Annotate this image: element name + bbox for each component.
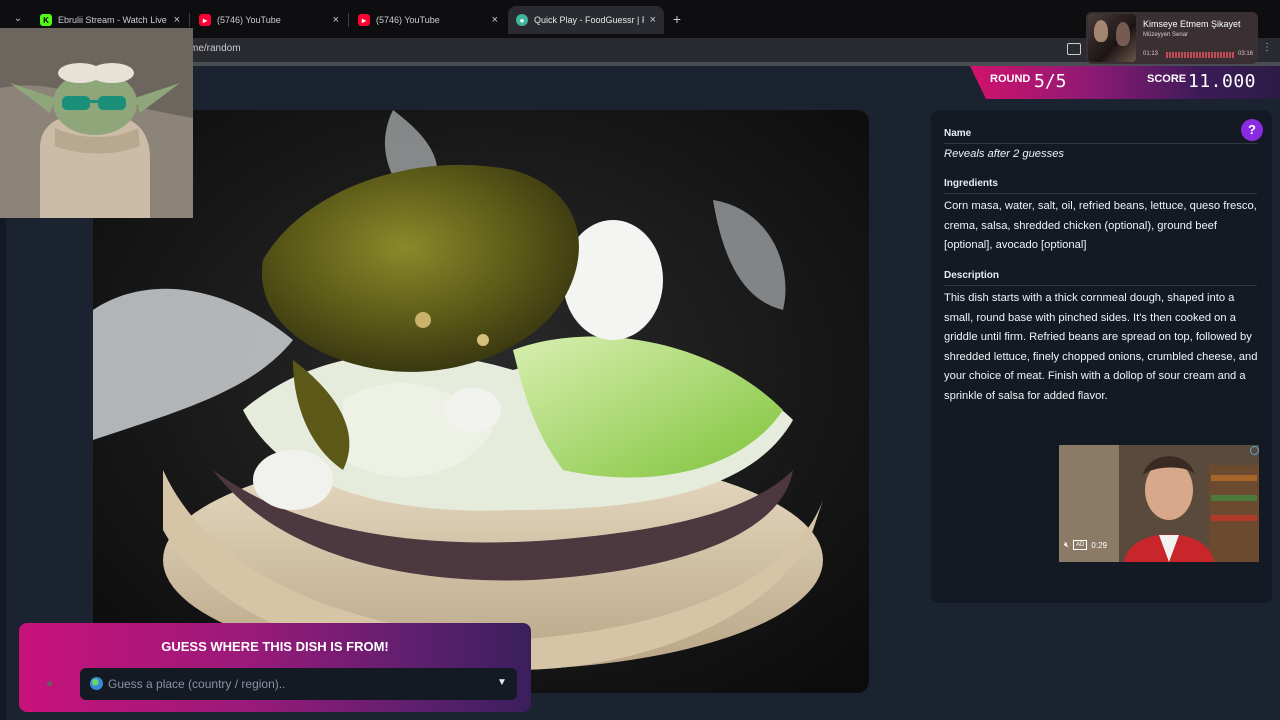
ad-info-icon[interactable] — [1250, 446, 1259, 455]
ingredients-value: Corn masa, water, salt, oil, refried bea… — [944, 200, 1257, 251]
tab-youtube-2[interactable]: ▸ (5746) YouTube × — [350, 6, 506, 34]
media-total: 03:16 — [1238, 51, 1254, 57]
media-elapsed: 01:13 — [1143, 51, 1159, 57]
youtube-icon: ▸ — [199, 14, 211, 26]
guess-title: GUESS WHERE THIS DISH IS FROM! — [161, 639, 389, 654]
tab-title: (5746) YouTube — [217, 15, 281, 25]
divider — [944, 193, 1257, 194]
ad-controls: 🔇︎ AD 0:29 — [1064, 540, 1107, 550]
tab-youtube-1[interactable]: ▸ (5746) YouTube × — [191, 6, 347, 34]
youtube-icon: ▸ — [358, 14, 370, 26]
ad-badge: AD — [1073, 540, 1088, 550]
chevron-down-icon[interactable]: ▼ — [496, 677, 508, 689]
name-value: Reveals after 2 guesses — [944, 148, 1065, 160]
ad-time: 0:29 — [1091, 540, 1107, 550]
divider — [944, 285, 1257, 286]
score-label: SCORE — [1147, 73, 1187, 85]
guess-box: GUESS WHERE THIS DISH IS FROM! ● ▼ — [19, 623, 531, 712]
media-progress-bar[interactable] — [1166, 52, 1234, 58]
description-label: Description — [944, 270, 1000, 281]
guess-input[interactable] — [108, 668, 488, 700]
name-label: Name — [944, 128, 972, 139]
description-value: This dish starts with a thick cornmeal d… — [944, 292, 1258, 402]
new-tab-icon[interactable]: + — [668, 10, 686, 28]
tab-foodguessr[interactable]: ● Quick Play - FoodGuessr | Food × — [508, 6, 664, 34]
kick-icon: K — [40, 14, 52, 26]
tab-divider — [189, 13, 190, 27]
tab-search-chevron-icon[interactable]: ⌄ — [8, 10, 28, 28]
tab-title: Quick Play - FoodGuessr | Food — [534, 15, 644, 25]
round-score-hud: ROUND 5/5 SCORE 11.000 — [970, 66, 1280, 99]
map-pin-icon: ● — [46, 676, 54, 690]
dish-illustration — [93, 110, 869, 693]
ingredients-label: Ingredients — [944, 178, 998, 189]
mute-icon[interactable]: 🔇︎ — [1064, 540, 1069, 550]
round-value: 5/5 — [1034, 71, 1067, 92]
media-player-popup[interactable]: Kimseye Etmem Şikayet Müzeyyen Senar 01:… — [1086, 12, 1258, 64]
close-tab-icon[interactable]: × — [174, 14, 180, 26]
media-title: Kimseye Etmem Şikayet — [1143, 19, 1241, 29]
divider — [944, 143, 1257, 144]
tab-title: Ebrulii Stream - Watch Live on K — [58, 15, 168, 25]
foodguessr-icon: ● — [516, 14, 528, 26]
baby-yoda-figure — [0, 28, 193, 218]
close-tab-icon[interactable]: × — [333, 14, 339, 26]
album-art — [1088, 14, 1136, 62]
help-icon[interactable]: ? — [1241, 119, 1263, 141]
tab-divider — [348, 13, 349, 27]
round-label: ROUND — [990, 73, 1031, 85]
game-page: ROUND 5/5 SCORE 11.000 ? Name Reveals af… — [0, 28, 1280, 720]
score-value: 11.000 — [1188, 71, 1257, 92]
close-tab-icon[interactable]: × — [492, 14, 498, 26]
browser-menu-icon[interactable]: ⋮ — [1262, 42, 1274, 54]
cast-icon[interactable] — [1067, 43, 1081, 55]
dish-photo — [93, 110, 869, 693]
guess-select[interactable]: ▼ — [80, 668, 517, 700]
globe-icon — [90, 677, 103, 690]
close-tab-icon[interactable]: × — [650, 14, 656, 26]
media-artist: Müzeyyen Senar — [1143, 32, 1189, 38]
address-text: me/random — [190, 43, 241, 54]
streamer-webcam — [0, 28, 193, 218]
tab-title: (5746) YouTube — [376, 15, 440, 25]
